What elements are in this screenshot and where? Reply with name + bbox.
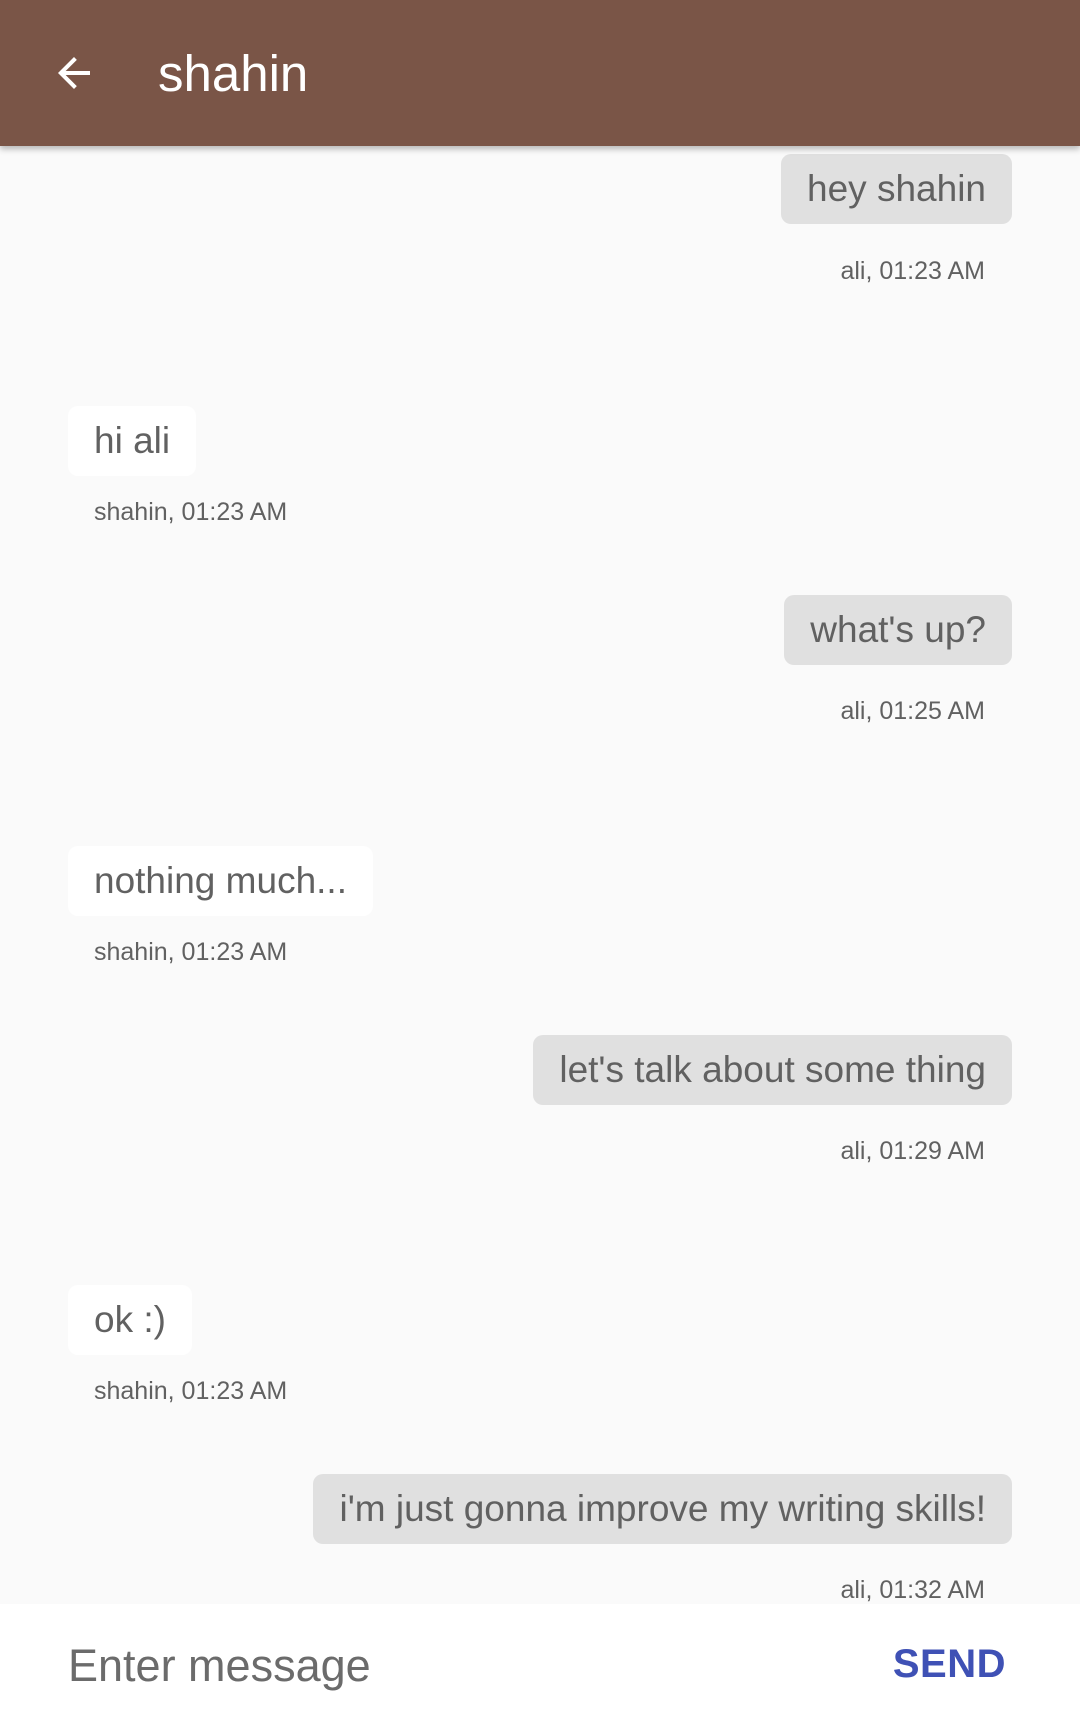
back-button[interactable] xyxy=(34,30,114,116)
message-meta: ali, 01:32 AM xyxy=(840,1576,985,1604)
sent-message-bubble[interactable]: let's talk about some thing xyxy=(533,1035,1012,1105)
chat-screen: shahin hey shahin ali, 01:23 AM hi ali s… xyxy=(0,0,1080,1728)
received-message-bubble[interactable]: hi ali xyxy=(68,406,197,476)
conversation-title: shahin xyxy=(158,45,309,102)
message-input[interactable] xyxy=(68,1626,828,1706)
message-meta: shahin, 01:23 AM xyxy=(94,498,288,526)
received-message-bubble[interactable]: nothing much... xyxy=(68,846,373,916)
message-meta: shahin, 01:23 AM xyxy=(94,938,288,966)
sent-message-bubble[interactable]: what's up? xyxy=(784,595,1012,665)
send-button[interactable]: SEND xyxy=(893,1642,1006,1687)
message-composer: SEND xyxy=(0,1604,1080,1728)
sent-message-bubble[interactable]: hey shahin xyxy=(781,154,1012,224)
message-meta: shahin, 01:23 AM xyxy=(94,1377,288,1405)
received-message-bubble[interactable]: ok :) xyxy=(68,1285,192,1355)
message-meta: ali, 01:25 AM xyxy=(840,697,985,725)
arrow-back-icon xyxy=(58,57,90,89)
message-list[interactable]: hey shahin ali, 01:23 AM hi ali shahin, … xyxy=(0,146,1080,1604)
message-meta: ali, 01:23 AM xyxy=(840,257,985,285)
message-meta: ali, 01:29 AM xyxy=(840,1137,985,1165)
sent-message-bubble[interactable]: i'm just gonna improve my writing skills… xyxy=(313,1474,1012,1544)
app-bar: shahin xyxy=(0,0,1080,146)
